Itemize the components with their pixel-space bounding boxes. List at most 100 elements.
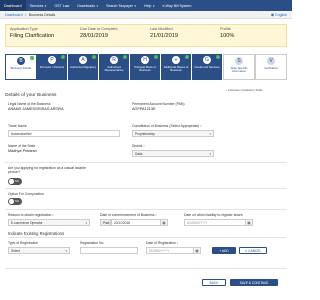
divider bbox=[8, 237, 286, 238]
step-tab-state-specific-information[interactable]: S State Specific Information bbox=[223, 54, 255, 80]
liability-label: Date on which liability to register aris… bbox=[184, 213, 243, 217]
toggle-knob bbox=[9, 199, 14, 204]
step-label: Authorized Signatory bbox=[70, 64, 96, 69]
nav-item-downloads[interactable]: Downloads ▾ bbox=[73, 0, 102, 11]
step-tab-authorized-representative[interactable]: R Authorized Representative ✓ bbox=[99, 54, 130, 80]
step-icon: V bbox=[267, 57, 275, 65]
reason-value: E-commerce Operator bbox=[11, 220, 43, 225]
composition-toggle[interactable]: NO bbox=[8, 198, 22, 205]
check-icon: ✓ bbox=[154, 55, 158, 59]
chevron-down-icon: ▾ bbox=[85, 220, 87, 225]
save-continue-button[interactable]: SAVE & CONTINUE bbox=[230, 279, 278, 286]
commencement-date-input[interactable]: 20/12/2018 bbox=[111, 219, 161, 226]
required-marker: • bbox=[155, 213, 157, 217]
due-date-block: Due Date to Complete 28/01/2019 bbox=[76, 25, 146, 46]
commencement-label-text: Date of commencement of Business bbox=[100, 213, 155, 217]
step-label: Verification bbox=[264, 65, 278, 70]
nav-item-label: Search Taxpayer bbox=[106, 3, 134, 8]
toggle-knob bbox=[9, 179, 14, 184]
calendar-icon[interactable]: ▦ bbox=[246, 219, 253, 226]
check-icon: ✓ bbox=[61, 55, 65, 59]
language-label: English bbox=[275, 12, 287, 17]
step-icon: B bbox=[17, 57, 25, 65]
profile-label: Profile bbox=[220, 27, 231, 31]
pan-value: AGFPA1213E bbox=[132, 107, 156, 111]
nav-item-label: Help bbox=[144, 3, 152, 8]
toggle-state: NO bbox=[15, 179, 19, 183]
composition-label: Option For Composition bbox=[8, 192, 44, 196]
nav-item-help[interactable]: Help ▾ bbox=[140, 0, 158, 11]
divider bbox=[5, 268, 287, 269]
last-modified-block: Last Modified 21/01/2019 bbox=[146, 25, 216, 46]
registration-date-label: Date of Registration • bbox=[146, 241, 178, 245]
breadcrumb: Dashboard > Business Details ◉ English bbox=[0, 11, 292, 19]
step-icon: R bbox=[110, 56, 118, 64]
step-icon: A bbox=[79, 56, 87, 64]
step-tab-promoter-partners[interactable]: P Promoter / Partners ✓ bbox=[37, 54, 68, 80]
calendar-icon[interactable]: ▦ bbox=[194, 247, 201, 254]
nav-item-gst-law[interactable]: GST Law bbox=[50, 0, 73, 11]
reason-select[interactable]: E-commerce Operator ▾ bbox=[8, 219, 90, 226]
casual-taxable-toggle[interactable]: NO bbox=[8, 178, 22, 185]
registration-type-value: Select bbox=[11, 248, 20, 253]
top-navigation: Dashboard Services ▾ GST Law Downloads ▾ Searc… bbox=[0, 0, 292, 11]
chevron-down-icon: ▾ bbox=[209, 131, 211, 136]
registration-date-input[interactable]: DD/MM/YYYY bbox=[146, 247, 194, 254]
mandatory-note-text: indicates mandatory fields bbox=[227, 88, 263, 92]
liability-date-input[interactable]: DD/MM/YYYY bbox=[184, 219, 246, 226]
constitution-value: Proprietorship bbox=[135, 131, 155, 136]
language-selector[interactable]: ◉ English bbox=[271, 12, 287, 17]
existing-registrations-title: Indicate Existing Registrations bbox=[8, 231, 65, 236]
step-tab-additional-places-of-business[interactable]: + Additional Places of Business ✓ bbox=[161, 54, 192, 80]
check-icon: ✓ bbox=[92, 55, 96, 59]
reason-label-text: Reason to obtain registration bbox=[8, 213, 52, 217]
step-label: Authorized Representative bbox=[104, 64, 124, 72]
state-value: Madhya Pradesh bbox=[8, 149, 37, 153]
registration-date-label-text: Date of Registration bbox=[146, 241, 176, 245]
breadcrumb-separator: > bbox=[24, 12, 27, 17]
toggle-state: NO bbox=[15, 199, 19, 203]
step-label: Business Details bbox=[10, 65, 32, 70]
calendar-icon[interactable]: ▦ bbox=[161, 219, 168, 226]
step-tab-authorized-signatory[interactable]: A Authorized Signatory ✓ bbox=[68, 54, 99, 80]
required-marker: • bbox=[200, 124, 202, 128]
constitution-select[interactable]: Proprietorship ▾ bbox=[132, 130, 214, 137]
commencement-date-field: Past 20/12/2018 ▦ bbox=[100, 219, 168, 226]
nav-item-label: GST Law bbox=[54, 3, 70, 8]
nav-item-e-way-bill-system[interactable]: e-Way Bill System bbox=[158, 0, 195, 11]
step-icon: + bbox=[172, 56, 180, 64]
step-tab-goods-and-services[interactable]: G Goods and Services ✓ bbox=[192, 54, 223, 80]
district-select[interactable]: Datia ▾ bbox=[132, 150, 214, 157]
step-tab-principal-place-of-business[interactable]: H Principal Place of Business ✓ bbox=[130, 54, 161, 80]
add-registration-button[interactable]: + ADD bbox=[212, 247, 236, 254]
profile-block: Profile 100% bbox=[216, 25, 286, 46]
divider bbox=[5, 188, 287, 189]
step-label: Additional Places of Business bbox=[163, 64, 189, 72]
globe-icon: ◉ bbox=[270, 12, 275, 17]
trade-name-input[interactable]: Automatocfied bbox=[8, 130, 120, 137]
chevron-down-icon: ▾ bbox=[209, 151, 211, 156]
registration-number-label: Registration No. bbox=[80, 241, 105, 245]
step-tab-verification[interactable]: V Verification bbox=[255, 54, 287, 80]
step-tab-business-details[interactable]: B Business Details ✓ bbox=[5, 54, 37, 80]
nav-item-label: Downloads bbox=[77, 3, 96, 8]
registration-steps: B Business Details ✓ P Promoter / Partners ✓ A… bbox=[5, 54, 287, 80]
cancel-registration-button[interactable]: ✕ CANCEL bbox=[239, 247, 267, 254]
check-icon: ✓ bbox=[216, 55, 220, 59]
nav-item-services[interactable]: Services ▾ bbox=[26, 0, 51, 11]
legal-name-label: Legal Name of the Business bbox=[8, 102, 51, 106]
step-icon: H bbox=[141, 56, 149, 64]
casual-taxable-label: Are you applying for registration as a c… bbox=[8, 166, 86, 175]
nav-item-label: Dashboard bbox=[4, 3, 22, 8]
profile-value: 100% bbox=[220, 33, 235, 39]
registration-type-select[interactable]: Select ▾ bbox=[8, 247, 70, 254]
step-label: Promoter / Partners bbox=[39, 64, 65, 69]
nav-item-search-taxpayer[interactable]: Search Taxpayer ▾ bbox=[102, 0, 140, 11]
section-title-business-details: Details of your Business bbox=[5, 93, 57, 98]
nav-item-dashboard[interactable]: Dashboard bbox=[0, 0, 26, 11]
back-button[interactable]: BACK bbox=[202, 279, 226, 286]
breadcrumb-dashboard-link[interactable]: Dashboard bbox=[5, 13, 23, 17]
application-type-block: Application Type Filing Clarification bbox=[6, 25, 76, 46]
due-date-value: 28/01/2019 bbox=[80, 33, 108, 39]
registration-number-input[interactable] bbox=[80, 247, 138, 254]
